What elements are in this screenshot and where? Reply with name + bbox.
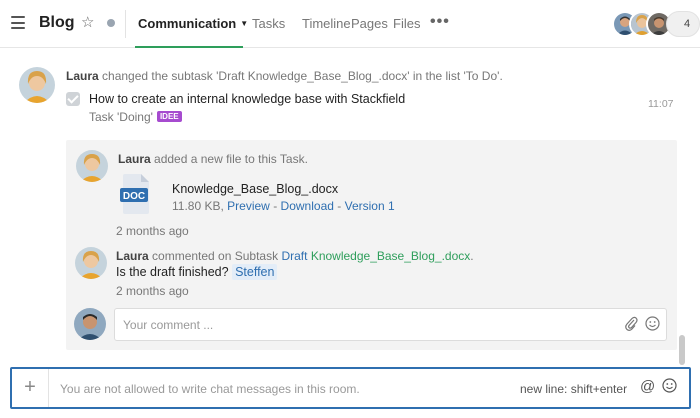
comment-event-action: commented on Subtask (152, 249, 279, 263)
file-size: 11.80 KB, (172, 199, 224, 213)
separator: - (273, 199, 278, 213)
tag-badge[interactable]: IDEE (156, 111, 182, 122)
download-link[interactable]: Download (281, 199, 334, 213)
file-type-label: DOC (123, 191, 145, 202)
chevron-down-icon: ▼ (240, 19, 249, 28)
tab-timeline[interactable]: Timeline (302, 16, 351, 31)
avatar[interactable] (19, 67, 55, 103)
top-header: Blog ☆ Communication ▼ Tasks Timeline Pag… (0, 0, 700, 48)
file-name[interactable]: Knowledge_Base_Blog_.docx (172, 182, 338, 196)
mention-steffen[interactable]: Steffen (232, 264, 278, 280)
comment-input[interactable]: Your comment ... (114, 308, 667, 341)
comment-body: Is the draft finished? Steffen (116, 264, 278, 280)
avatar[interactable] (76, 150, 108, 182)
file-event-action: added a new file to this Task. (154, 152, 308, 166)
activity-description: Laura changed the subtask 'Draft Knowled… (66, 69, 503, 83)
separator: - (337, 199, 342, 213)
version-link[interactable]: Version 1 (345, 199, 395, 213)
doc-file-icon[interactable]: DOC (120, 174, 152, 214)
tab-tasks[interactable]: Tasks (252, 16, 285, 31)
member-count-badge[interactable]: 4 (666, 11, 700, 37)
user-name[interactable]: Laura (118, 152, 151, 166)
scrollbar[interactable] (679, 335, 685, 365)
room-title: Blog (39, 14, 75, 31)
more-icon[interactable]: ••• (430, 13, 450, 31)
menu-icon[interactable] (11, 16, 25, 29)
file-event-description: Laura added a new file to this Task. (118, 152, 308, 166)
period: . (470, 249, 474, 263)
composer-placeholder: You are not allowed to write chat messag… (60, 382, 360, 396)
comment-event-description: Laura commented on Subtask Draft Knowled… (116, 249, 474, 263)
comment-text: Is the draft finished? (116, 265, 229, 279)
completed-checkbox-icon[interactable] (66, 92, 80, 106)
status-dot (107, 19, 115, 27)
tab-communication[interactable]: Communication ▼ (138, 16, 248, 31)
file-event-time: 2 months ago (116, 224, 189, 238)
comment-event-time: 2 months ago (116, 284, 189, 298)
current-user-avatar (74, 308, 106, 340)
divider (125, 10, 126, 38)
chat-composer[interactable]: + You are not allowed to write chat mess… (10, 367, 691, 409)
activity-time: 11:07 (648, 98, 674, 110)
user-name[interactable]: Laura (66, 69, 99, 83)
star-icon[interactable]: ☆ (81, 13, 94, 33)
add-icon[interactable]: + (12, 369, 49, 407)
active-tab-indicator (135, 46, 243, 48)
tab-files[interactable]: Files (393, 16, 420, 31)
comment-input-placeholder: Your comment ... (123, 318, 214, 332)
user-name[interactable]: Laura (116, 249, 149, 263)
subtask-link[interactable]: Draft (281, 249, 307, 263)
mention-icon[interactable]: @ (640, 378, 655, 395)
subtask-title[interactable]: How to create an internal knowledge base… (89, 92, 405, 106)
emoji-icon[interactable] (662, 378, 677, 397)
task-status-text: Task 'Doing' (89, 110, 153, 124)
newline-hint: new line: shift+enter (520, 382, 628, 396)
emoji-icon[interactable] (645, 316, 660, 334)
avatar[interactable] (75, 247, 107, 279)
task-status: Task 'Doing' IDEE (89, 110, 182, 124)
activity-action: changed the subtask 'Draft Knowledge_Bas… (102, 69, 503, 83)
preview-link[interactable]: Preview (227, 199, 270, 213)
attachment-icon[interactable] (624, 316, 638, 335)
subtask-file-link[interactable]: Knowledge_Base_Blog_.docx (311, 249, 470, 263)
tab-pages[interactable]: Pages (351, 16, 388, 31)
file-meta: 11.80 KB, Preview - Download - Version 1 (172, 199, 395, 213)
